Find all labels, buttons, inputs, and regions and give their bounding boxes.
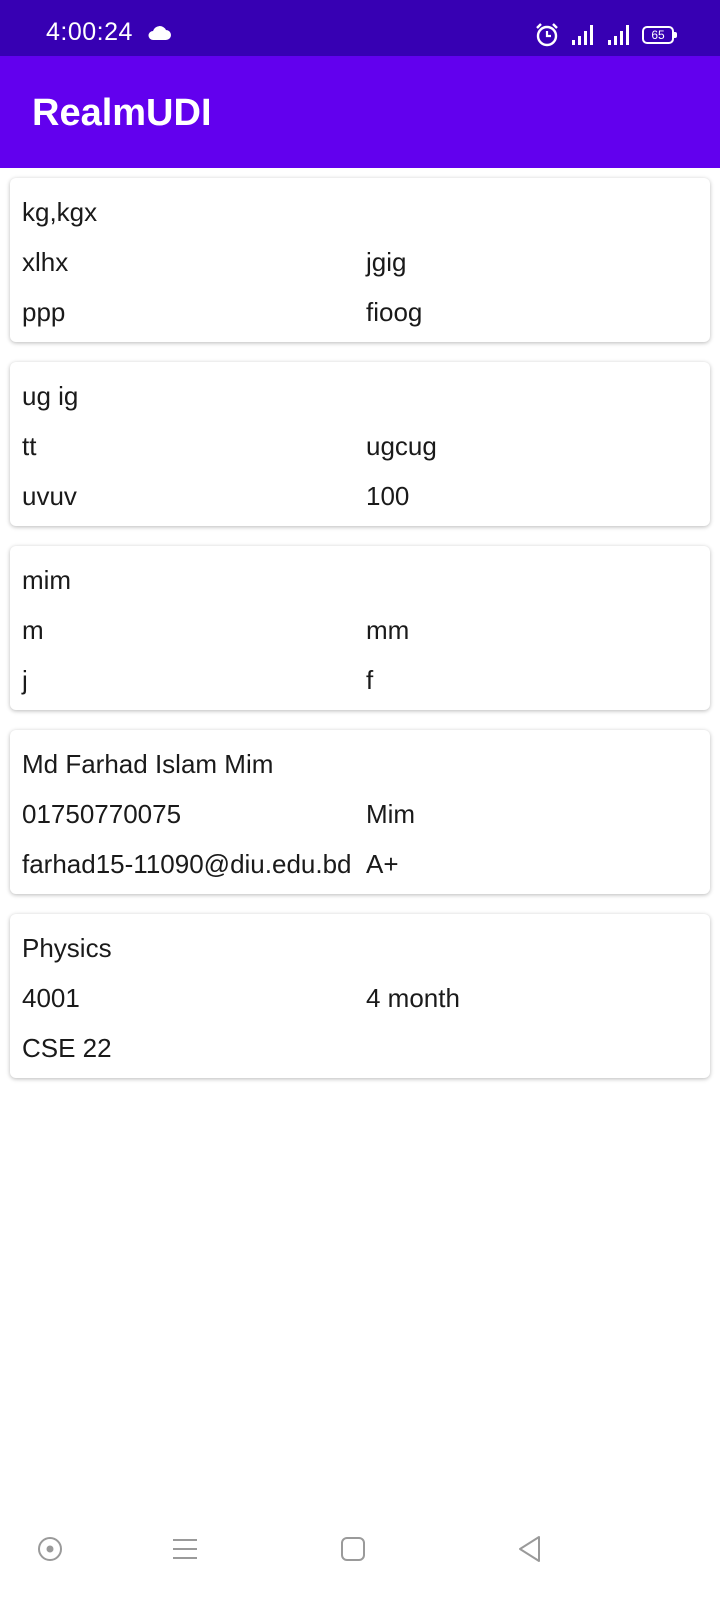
card-field: xlhx: [22, 247, 69, 277]
card-field: ppp: [22, 297, 66, 327]
card-row: xlhx jgig: [22, 242, 698, 282]
record-card[interactable]: ug ig tt ugcug uvuv 100: [10, 362, 710, 526]
card-field: f: [366, 665, 374, 695]
battery-icon: 65: [642, 26, 677, 44]
card-field: [366, 1028, 698, 1068]
card-row: 01750770075 Mim: [22, 794, 698, 834]
card-row: 4001 4 month: [22, 978, 698, 1018]
card-title: Md Farhad Islam Mim: [22, 749, 274, 779]
card-field: 100: [366, 481, 410, 511]
app-title: RealmUDI: [32, 92, 212, 134]
card-title: ug ig: [22, 381, 79, 411]
home-square-icon[interactable]: [338, 1534, 368, 1564]
record-list[interactable]: kg,kgx xlhx jgig ppp fioog ug ig tt ugcu…: [10, 178, 710, 1098]
card-field: jgig: [366, 247, 407, 277]
card-field: m: [22, 615, 44, 645]
record-card[interactable]: kg,kgx xlhx jgig ppp fioog: [10, 178, 710, 342]
card-field: 01750770075: [22, 799, 182, 829]
card-field: tt: [22, 431, 37, 461]
card-row: j f: [22, 660, 698, 700]
card-field: 4 month: [366, 983, 460, 1013]
system-nav-bar: [0, 1520, 720, 1600]
card-title: kg,kgx: [22, 197, 98, 227]
signal-icon: [572, 25, 593, 45]
back-triangle-icon[interactable]: [515, 1534, 545, 1564]
assistant-icon[interactable]: [35, 1534, 65, 1564]
card-field: uvuv: [22, 481, 77, 511]
status-icons: 65: [534, 22, 677, 48]
status-bar: 4:00:24 65: [0, 0, 720, 56]
card-row: tt ugcug: [22, 426, 698, 466]
card-field: fioog: [366, 297, 423, 327]
record-card[interactable]: Physics 4001 4 month CSE 22: [10, 914, 710, 1078]
card-field: 4001: [22, 983, 80, 1013]
card-row: CSE 22: [22, 1028, 698, 1068]
status-time: 4:00:24: [46, 18, 133, 46]
record-card[interactable]: mim m mm j f: [10, 546, 710, 710]
alarm-icon: [536, 23, 558, 47]
card-row: ppp fioog: [22, 292, 698, 332]
card-field: CSE 22: [22, 1033, 112, 1063]
card-row: uvuv 100: [22, 476, 698, 516]
card-title: Physics: [22, 933, 112, 963]
card-field: farhad15-11090@diu.edu.bd: [22, 849, 352, 879]
card-field: j: [22, 665, 28, 695]
card-field: Mim: [366, 799, 416, 829]
card-field: A+: [366, 849, 399, 879]
record-card[interactable]: Md Farhad Islam Mim 01750770075 Mim farh…: [10, 730, 710, 894]
signal-icon: [608, 25, 629, 45]
card-field: ugcug: [366, 431, 437, 461]
menu-icon[interactable]: [170, 1534, 200, 1564]
cloud-icon: [148, 26, 171, 40]
app-bar: RealmUDI: [0, 56, 720, 168]
card-row: m mm: [22, 610, 698, 650]
card-field: mm: [366, 615, 410, 645]
card-row: farhad15-11090@diu.edu.bd A+: [22, 844, 698, 884]
card-title: mim: [22, 565, 72, 595]
